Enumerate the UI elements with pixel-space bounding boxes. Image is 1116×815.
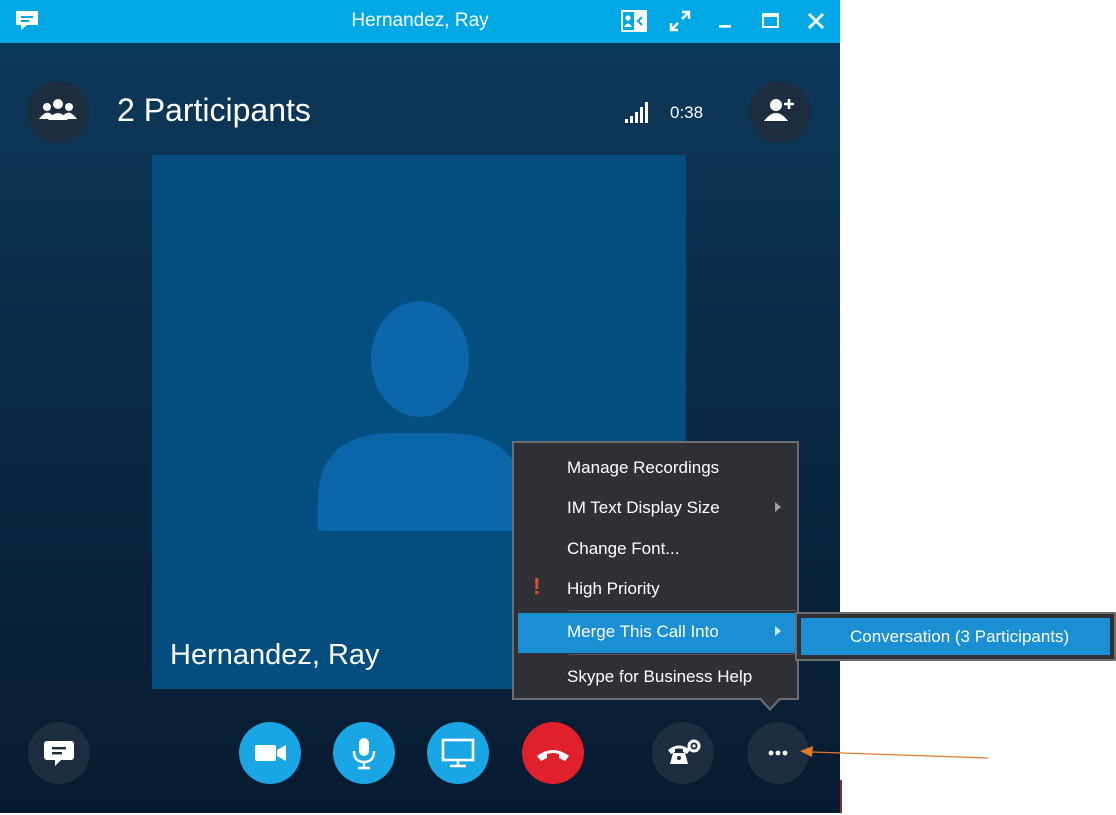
maximize-button[interactable] [755,6,785,36]
menu-item-im-text-display-size[interactable]: IM Text Display Size [518,489,795,527]
title-bar: Hernandez, Ray [0,0,840,43]
menu-item-label: High Priority [567,579,660,598]
menu-separator [569,610,795,611]
video-button[interactable] [239,722,301,784]
monitor-icon [441,738,475,768]
hang-up-button[interactable] [522,722,584,784]
menu-item-merge-this-call-into[interactable]: Merge This Call Into [518,613,795,653]
chat-bubble-icon [44,741,74,766]
call-timer: 0:38 [670,103,704,122]
menu-item-label: IM Text Display Size [567,498,720,517]
contact-card-icon [621,10,647,32]
participants-count[interactable]: 2 Participants [117,92,311,129]
menu-item-high-priority[interactable]: ! High Priority [518,570,795,608]
submenu-arrow-icon [775,626,781,636]
more-options-button[interactable] [747,722,809,784]
present-button[interactable] [427,722,489,784]
submenu-item-conversation[interactable]: Conversation (3 Participants) [801,618,1110,655]
call-controls-button[interactable] [652,722,714,784]
submenu-arrow-icon [775,502,781,512]
minimize-icon [719,25,731,28]
menu-item-label: Manage Recordings [567,458,720,477]
chat-button[interactable] [28,722,90,784]
mic-button[interactable] [333,722,395,784]
window-edge-mark [840,780,842,813]
close-button[interactable] [801,6,831,36]
avatar [318,301,523,531]
merge-call-submenu: Conversation (3 Participants) [795,612,1116,661]
expand-icon [669,10,691,32]
close-icon [808,13,824,29]
full-screen-button[interactable] [665,6,695,36]
participants-button[interactable] [27,81,89,143]
minimize-button[interactable] [710,6,740,36]
menu-item-label: Merge This Call Into [567,622,719,641]
people-icon [39,99,77,120]
menu-separator [569,654,795,655]
more-options-icon [768,750,788,756]
maximize-icon [762,13,779,28]
participant-name: Hernandez, Ray [170,639,380,671]
menu-item-change-font[interactable]: Change Font... [518,530,795,568]
phone-settings-icon [668,739,701,764]
menu-pointer-inner [760,697,780,708]
submenu-item-label: Conversation (3 Participants) [850,627,1070,646]
add-participant-button[interactable] [749,81,811,143]
high-priority-icon: ! [533,573,541,599]
signal-strength-icon [624,100,648,124]
add-person-icon [764,99,794,121]
menu-item-manage-recordings[interactable]: Manage Recordings [518,449,795,487]
more-options-menu: Manage Recordings IM Text Display Size C… [512,441,799,700]
contact-card-button[interactable] [619,6,649,36]
menu-item-label: Skype for Business Help [567,667,753,686]
menu-item-skype-help[interactable]: Skype for Business Help [518,658,795,696]
menu-item-label: Change Font... [567,539,680,558]
phone-hangup-icon [537,750,569,761]
video-camera-icon [255,745,286,761]
microphone-icon [352,738,376,770]
